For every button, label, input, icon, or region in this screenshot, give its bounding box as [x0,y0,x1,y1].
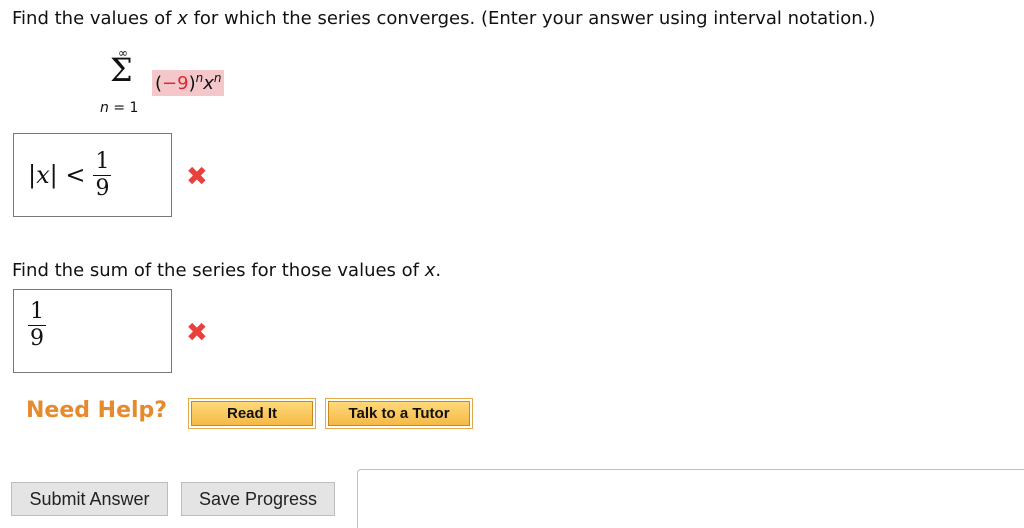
question-1-variable: x [177,8,188,29]
wrong-icon: ✖ [186,162,208,192]
question-1-text-part: for which the series converges. (Enter y… [187,8,876,29]
question-1-text: Find the values of x for which the serie… [12,8,875,29]
answer-2-fraction: 1 9 [28,300,46,351]
question-1-text-part: Find the values of [12,8,178,29]
wrong-icon: ✖ [186,318,208,348]
answer-2-denominator: 9 [30,326,44,351]
sigma-lower-limit: n = 1 [100,100,138,116]
answer-1-field[interactable]: |x| < 1 9 [13,133,172,217]
answer-2-field[interactable]: 1 9 [13,289,172,373]
save-progress-button[interactable]: Save Progress [181,482,335,516]
answer-1-numerator: 1 [95,148,110,174]
term-variable: x [203,73,214,94]
term-paren-close: ) [188,73,196,94]
term-paren-open: ( [155,73,163,94]
series-expression: ∞ Σ n = 1 (−9)nxn [96,46,276,126]
question-2-text-part: Find the sum of the series for those val… [12,260,425,281]
answer-2-numerator: 1 [30,299,44,324]
need-help-label: Need Help? [26,398,168,423]
term-exponent: n [213,71,222,85]
question-2-variable: x [424,260,436,281]
submit-answer-button[interactable]: Submit Answer [11,482,168,516]
question-2-text-part: . [435,260,442,281]
sigma-index-variable: n [100,100,109,116]
answer-1-fraction: 1 9 [93,148,112,201]
answer-2-math: 1 9 [28,300,46,351]
sigma-symbol: Σ [110,51,133,89]
answer-1-denominator: 9 [95,175,110,201]
read-it-button[interactable]: Read It [188,398,316,429]
sigma-index-start: = 1 [108,100,139,116]
series-term: (−9)nxn [152,70,225,96]
answer-1-inequality: |x| < [28,161,86,189]
question-2-text: Find the sum of the series for those val… [12,260,441,281]
side-panel [357,469,1024,528]
answer-1-math: |x| < 1 9 [28,146,112,204]
talk-to-tutor-button[interactable]: Talk to a Tutor [325,398,473,429]
term-base-value: −9 [162,73,189,94]
